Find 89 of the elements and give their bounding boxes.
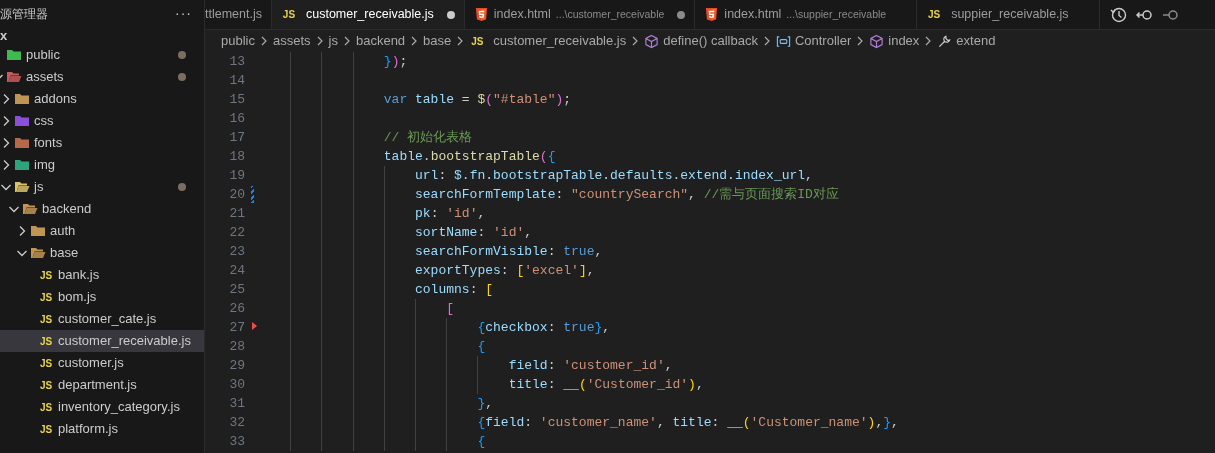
file-item[interactable]: JS platform.js (0, 418, 204, 440)
breadcrumb-item[interactable]: public (221, 31, 255, 51)
line-number: 16 (228, 110, 245, 128)
more-button[interactable]: ··· (175, 3, 192, 24)
code-line: pk: 'id', (415, 206, 486, 221)
editor-tab[interactable]: ttlement.js (205, 0, 272, 29)
code-line: searchFormVisible: true, (415, 244, 603, 259)
js-icon: JS (38, 333, 54, 349)
breadcrumb-item[interactable]: index (869, 31, 920, 51)
tab-path: ...\suppier_receivable (786, 6, 887, 22)
line-number: 20 (228, 186, 245, 204)
code-line: url: $.fn.bootstrapTable.defaults.extend.index_url, (415, 168, 813, 183)
tab-path: ...\customer_receivable (555, 6, 665, 22)
code-line: { (477, 339, 486, 354)
line-number: 15 (228, 91, 245, 109)
js-icon: JS (926, 7, 943, 22)
js-icon: JS (38, 399, 54, 415)
breadcrumb-item[interactable]: Controller (775, 31, 852, 51)
editor-tab[interactable]: index.html ...\customer_receivable (464, 0, 696, 29)
js-icon: JS (280, 7, 297, 22)
breadcrumb-item[interactable]: assets (272, 31, 311, 51)
folder-item[interactable]: assets (0, 66, 204, 88)
js-icon: JS (38, 377, 54, 393)
file-item[interactable]: JS customer.js (0, 352, 204, 374)
panel-title: 源管理器 (0, 5, 48, 23)
line-number: 32 (228, 414, 245, 432)
code-line: // 初始化表格 (383, 130, 473, 145)
line-number: 31 (228, 395, 245, 413)
line-number: 29 (228, 357, 245, 375)
folder-item[interactable]: public (0, 44, 204, 66)
line-number: 14 (228, 72, 245, 90)
line-number: 24 (228, 262, 245, 280)
folder-item[interactable]: backend (0, 198, 204, 220)
line-number: 26 (228, 300, 245, 318)
editor-tab[interactable]: JS suppier_receivable.js (917, 0, 1100, 29)
line-number: 19 (228, 167, 245, 185)
line-number: 22 (228, 224, 245, 242)
file-item[interactable]: JS customer_cate.js (0, 308, 204, 330)
folder-item[interactable]: js (0, 176, 204, 198)
file-item[interactable]: JS bank.js (0, 264, 204, 286)
code-line: { (477, 434, 486, 449)
file-item[interactable]: JS department.js (0, 374, 204, 396)
editor-tab[interactable]: JS customer_receivable.js (271, 0, 465, 29)
code-line: {checkbox: true}, (477, 320, 611, 335)
code-line: table.bootstrapTable({ (383, 149, 556, 164)
breadcrumb-item[interactable]: js (328, 31, 338, 51)
folder-item[interactable]: css (0, 110, 204, 132)
code-line: searchFormTemplate: "countrySearch", //需与页面搜索ID对应 (415, 187, 839, 202)
file-item[interactable]: JS bom.js (0, 286, 204, 308)
folder-item[interactable]: addons (0, 88, 204, 110)
code-line: sortName: 'id', (415, 225, 533, 240)
line-number: 27 (228, 319, 245, 337)
line-number: 13 (228, 53, 245, 71)
js-icon: JS (38, 355, 54, 371)
line-number: 17 (228, 129, 245, 147)
line-number: 18 (228, 148, 245, 166)
js-icon: JS (38, 311, 54, 327)
file-item[interactable]: JS inventory_category.js (0, 396, 204, 418)
editor-tab[interactable]: index.html ...\suppier_receivable (695, 0, 918, 29)
folder-item[interactable]: auth (0, 220, 204, 242)
line-number: 23 (228, 243, 245, 261)
code-line: [ (446, 301, 455, 316)
js-icon: JS (38, 289, 54, 305)
js-icon: JS (38, 421, 54, 437)
js-icon: JS (38, 267, 54, 283)
folder-item[interactable]: base (0, 242, 204, 264)
js-icon: JS (469, 33, 486, 49)
folder-item[interactable]: fonts (0, 132, 204, 154)
line-number: 30 (228, 376, 245, 394)
breadcrumb-item[interactable]: extend (937, 31, 996, 51)
line-number: 33 (228, 433, 245, 451)
code-line: var table = $("#table"); (383, 92, 572, 107)
folder-name: x (0, 28, 8, 43)
breadcrumb-item[interactable]: backend (355, 31, 406, 51)
code-line: exportTypes: ['excel'], (415, 263, 595, 278)
file-item[interactable]: JS customer_receivable.js (0, 330, 204, 352)
breadcrumb-item[interactable]: JS customer_receivable.js (469, 31, 627, 51)
line-number: 21 (228, 205, 245, 223)
code-line: }, (477, 396, 494, 411)
code-line: title: __('Customer_id'), (508, 377, 704, 392)
breadcrumb-item[interactable]: base (423, 31, 452, 51)
folder-item[interactable]: img (0, 154, 204, 176)
line-number: 25 (228, 281, 245, 299)
code-line: }); (383, 54, 408, 69)
code-line: {field: 'customer_name', title: __('Customer_name'),}, (477, 415, 899, 430)
code-line: field: 'customer_id', (508, 358, 673, 373)
code-line: columns: [ (415, 282, 494, 297)
line-number: 28 (228, 338, 245, 356)
breadcrumb-item[interactable]: define() callback (644, 31, 758, 51)
